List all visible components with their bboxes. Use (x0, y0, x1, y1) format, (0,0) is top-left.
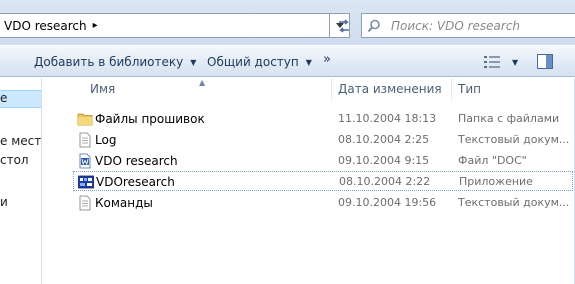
change-view-button[interactable]: ▼ (484, 55, 524, 69)
file-row[interactable]: Файлы прошивок 11.10.2004 18:13 Папка с … (73, 109, 573, 129)
breadcrumb-separator-icon[interactable]: ▸ (93, 20, 98, 31)
column-divider[interactable] (331, 78, 332, 100)
file-type: Текстовый докум... (458, 133, 570, 146)
file-date: 08.10.2004 2:25 (338, 133, 430, 146)
file-name: Команды (95, 196, 153, 210)
app-icon (78, 175, 94, 189)
share-label: Общий доступ (207, 55, 299, 69)
file-type: Текстовый докум... (458, 196, 570, 209)
preview-pane-icon (537, 54, 553, 69)
file-name: Log (95, 133, 117, 147)
dropdown-arrow-icon: ▼ (305, 57, 312, 67)
nav-item-label: и (0, 195, 8, 209)
file-date: 08.10.2004 2:22 (339, 175, 431, 188)
address-bar[interactable]: VDO research ▸ (0, 13, 330, 38)
file-row-focused[interactable]: VDOresearch 08.10.2004 2:22 Приложение (73, 171, 573, 191)
text-file-icon (79, 132, 91, 148)
text-file-icon (79, 195, 91, 211)
refresh-button[interactable] (332, 13, 356, 38)
file-row[interactable]: Команды 09.10.2004 19:56 Текстовый докум… (73, 193, 573, 213)
details-view-icon (484, 56, 500, 68)
column-header-label: Тип (458, 82, 481, 96)
nav-item-label: стол (0, 153, 29, 167)
file-type: Приложение (459, 175, 533, 188)
column-header-type[interactable]: Тип (458, 78, 568, 100)
share-button[interactable]: Общий доступ ▼ (207, 54, 312, 70)
file-date: 11.10.2004 18:13 (338, 112, 437, 125)
nav-item-places[interactable]: е места (0, 134, 42, 148)
column-header-date[interactable]: Дата изменения (338, 78, 448, 100)
file-type: Папка с файлами (458, 112, 560, 125)
file-date: 09.10.2004 9:15 (338, 154, 430, 167)
search-input[interactable] (391, 18, 571, 33)
search-box[interactable] (361, 13, 575, 38)
file-date: 09.10.2004 19:56 (338, 196, 437, 209)
nav-item-desktop[interactable]: стол (0, 153, 29, 167)
file-row[interactable]: VDO research 09.10.2004 9:15 Файл "DOC" (73, 151, 573, 171)
more-commands-button[interactable]: » (323, 52, 331, 67)
dropdown-arrow-icon: ▼ (190, 57, 197, 67)
file-list[interactable]: ▲ Имя Дата изменения Тип Файлы прошивок … (43, 78, 575, 284)
nav-item-label: е (0, 91, 8, 105)
file-name: Файлы прошивок (95, 112, 205, 126)
file-name: VDO research (95, 154, 178, 168)
search-icon (367, 19, 380, 32)
column-header-label: Имя (90, 82, 116, 96)
navigation-pane[interactable]: е е места стол и (0, 78, 42, 284)
refresh-icon (339, 18, 349, 33)
preview-pane-button[interactable] (537, 54, 553, 69)
breadcrumb-segment[interactable]: VDO research (4, 19, 87, 33)
column-header-name[interactable]: Имя (90, 78, 330, 100)
column-header-label: Дата изменения (338, 82, 442, 96)
file-name: VDOresearch (96, 175, 175, 189)
column-divider[interactable] (451, 78, 452, 100)
nav-item-selected[interactable]: е (0, 90, 41, 108)
file-row[interactable]: Log 08.10.2004 2:25 Текстовый докум... (73, 130, 573, 150)
add-to-library-label: Добавить в библиотеку (34, 55, 184, 69)
add-to-library-button[interactable]: Добавить в библиотеку ▼ (34, 54, 196, 70)
folder-icon (77, 113, 93, 126)
address-strip: VDO research ▸ (0, 0, 575, 45)
dropdown-arrow-icon: ▼ (512, 57, 519, 67)
nav-item-other[interactable]: и (0, 195, 8, 209)
file-type: Файл "DOC" (458, 154, 527, 167)
command-bar: Добавить в библиотеку ▼ Общий доступ ▼ »… (0, 45, 575, 77)
word-doc-icon (79, 153, 91, 169)
nav-item-label: е места (0, 134, 42, 148)
